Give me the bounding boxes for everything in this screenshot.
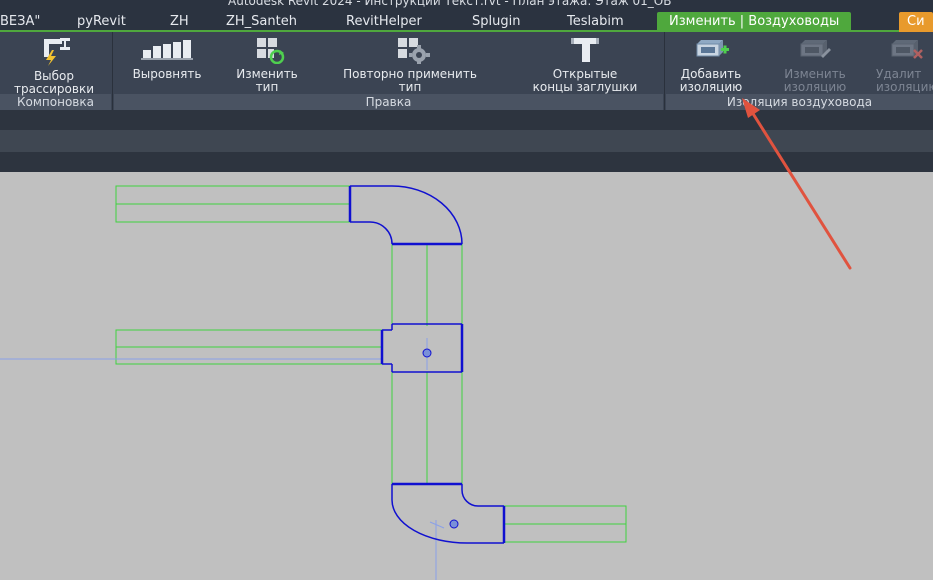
duct-drawing [0,98,852,580]
connector-point-elbow [449,519,459,529]
elbow-top-inner [350,221,393,245]
reference-lines [0,338,437,580]
reference-line-diagonal [429,521,445,529]
insulation-lines [115,185,627,543]
elbow-top-outer [350,185,463,245]
connector-point-tee [422,348,432,358]
annotation-arrow [742,98,852,270]
elbow-bottom-inner [461,484,504,507]
elbow-bottom-outer [391,484,504,544]
